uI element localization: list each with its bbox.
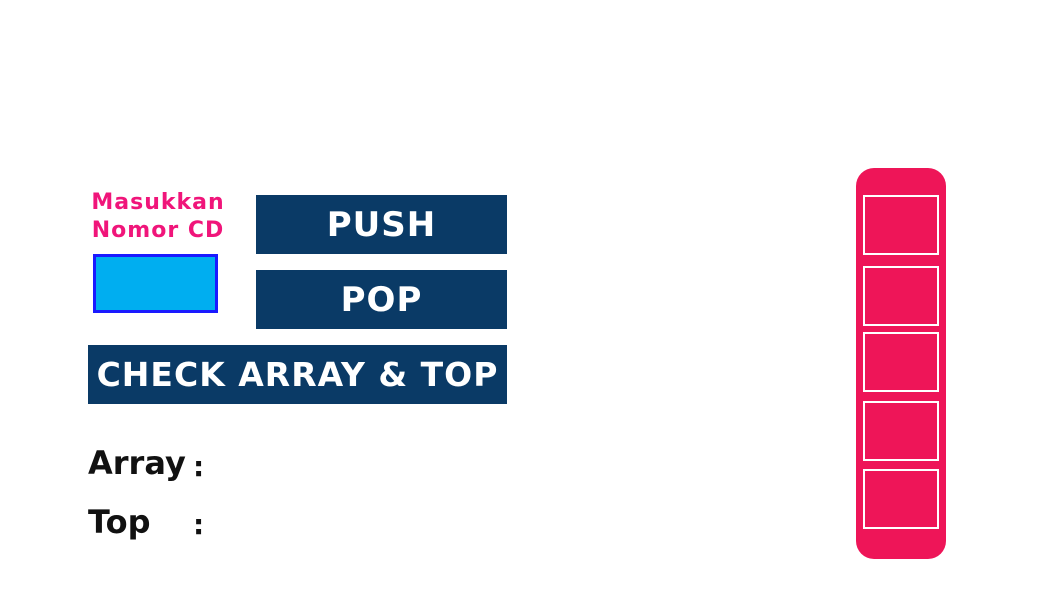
pop-button[interactable]: POP xyxy=(256,270,507,329)
stack-slot xyxy=(863,332,939,392)
push-button[interactable]: PUSH xyxy=(256,195,507,254)
stack-slot xyxy=(863,469,939,529)
cd-number-label-line2: Nomor CD xyxy=(91,218,225,243)
cd-number-label: Masukkan Nomor CD xyxy=(86,189,230,245)
stack-visual xyxy=(856,168,946,559)
array-label: Array xyxy=(88,444,186,482)
stack-slot xyxy=(863,195,939,255)
array-colon: : xyxy=(193,450,205,483)
top-colon: : xyxy=(193,508,205,541)
top-label: Top xyxy=(88,503,151,541)
cd-number-input[interactable] xyxy=(93,254,218,313)
cd-number-label-line1: Masukkan xyxy=(91,190,225,215)
stack-slot xyxy=(863,401,939,461)
check-array-top-button[interactable]: CHECK ARRAY & TOP xyxy=(88,345,507,404)
stack-slot xyxy=(863,266,939,326)
